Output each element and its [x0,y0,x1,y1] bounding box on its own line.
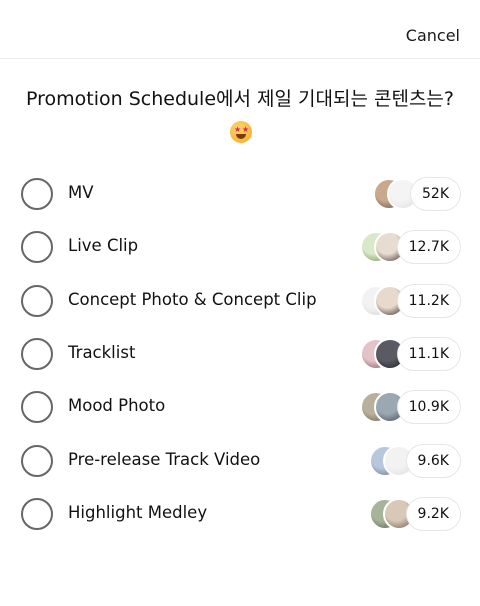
vote-summary: 11.1K [359,338,460,370]
radio-button[interactable] [21,338,53,370]
poll-option-label: Mood Photo [68,396,166,415]
vote-count: 11.2K [397,285,460,317]
vote-summary: 9.6K [368,445,460,477]
radio-button[interactable] [21,445,53,477]
star-struck-emoji-icon: ★ ★ [230,121,252,143]
vote-count: 9.6K [406,445,460,477]
vote-summary: 10.9K [359,391,460,423]
vote-count: 12.7K [397,231,460,263]
poll-option[interactable]: Highlight Medley 9.2K [0,494,480,534]
poll-option-label: MV [68,183,94,202]
vote-summary: 52K [373,178,460,210]
vote-count: 52K [411,178,460,210]
poll-option-label: Tracklist [68,343,136,362]
radio-button[interactable] [21,285,53,317]
vote-count: 11.1K [397,338,460,370]
radio-button[interactable] [21,178,53,210]
radio-button[interactable] [21,391,53,423]
vote-summary: 9.2K [368,498,460,530]
vote-summary: 12.7K [359,231,460,263]
poll-question-text: Promotion Schedule에서 제일 기대되는 콘텐츠는? [26,88,454,110]
poll-option-label: Pre-release Track Video [68,450,261,469]
poll-header: Cancel [0,0,480,59]
poll-option-label: Live Clip [68,236,139,255]
poll-option[interactable]: Mood Photo 10.9K [0,387,480,427]
poll-option[interactable]: Pre-release Track Video 9.6K [0,441,480,481]
poll-option-label: Highlight Medley [68,503,208,522]
poll-option[interactable]: Concept Photo & Concept Clip 11.2K [0,281,480,321]
poll-question: Promotion Schedule에서 제일 기대되는 콘텐츠는? ★ ★ [20,82,460,150]
voter-avatars [368,445,415,477]
vote-count: 10.9K [397,391,460,423]
poll-option[interactable]: Live Clip 12.7K [0,227,480,267]
radio-button[interactable] [21,498,53,530]
poll-option-label: Concept Photo & Concept Clip [68,290,317,309]
cancel-button[interactable]: Cancel [406,26,460,45]
voter-avatars [368,498,415,530]
vote-summary: 11.2K [359,285,460,317]
poll-option[interactable]: Tracklist 11.1K [0,334,480,374]
radio-button[interactable] [21,231,53,263]
vote-count: 9.2K [406,498,460,530]
poll-option[interactable]: MV 52K [0,174,480,214]
